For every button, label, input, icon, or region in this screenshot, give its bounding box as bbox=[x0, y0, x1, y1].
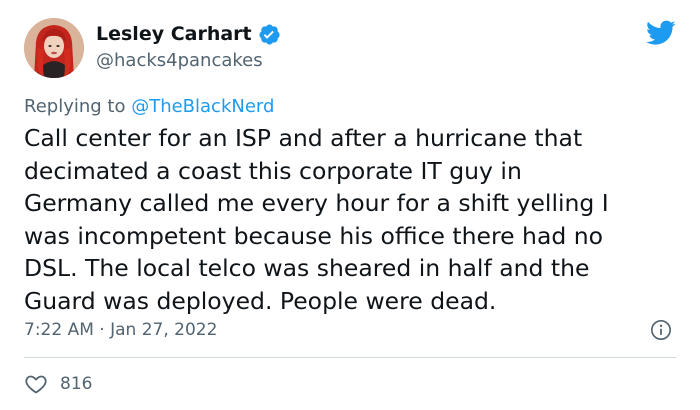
tweet-timestamp[interactable]: 7:22 AM · Jan 27, 2022 bbox=[24, 319, 217, 341]
heart-icon[interactable] bbox=[24, 372, 48, 396]
replying-to-mention[interactable]: @TheBlackNerd bbox=[131, 96, 274, 117]
author-name-row: Lesley Carhart bbox=[96, 22, 281, 46]
tweet-text-line: was incompetent because his office there… bbox=[24, 221, 604, 250]
tweet-date: Jan 27, 2022 bbox=[110, 320, 218, 340]
tweet-text-line: decimated a coast this corporate IT guy … bbox=[24, 156, 522, 185]
tweet-text-line: Call center for an ISP and after a hurri… bbox=[24, 124, 583, 152]
meta-separator: · bbox=[93, 320, 111, 340]
like-action[interactable]: 816 bbox=[24, 372, 92, 396]
tweet-text-line: Germany called me every hour for a shift… bbox=[24, 189, 609, 217]
tweet-text-line: DSL. The local telco was sheared in half… bbox=[24, 254, 590, 282]
verified-badge-icon bbox=[258, 23, 281, 46]
tweet-card: Lesley Carhart @hacks4pancakes Replying … bbox=[0, 0, 700, 410]
replying-to: Replying to @TheBlackNerd bbox=[24, 96, 274, 118]
like-count: 816 bbox=[60, 374, 93, 394]
author-handle[interactable]: @hacks4pancakes bbox=[96, 50, 263, 72]
replying-to-prefix: Replying to bbox=[24, 96, 132, 117]
info-icon[interactable] bbox=[650, 319, 672, 341]
twitter-bird-icon[interactable] bbox=[646, 20, 676, 46]
avatar[interactable] bbox=[24, 18, 84, 78]
author-display-name[interactable]: Lesley Carhart bbox=[96, 22, 252, 46]
tweet-text-line: Guard was deployed. People were dead. bbox=[24, 286, 497, 315]
divider bbox=[24, 357, 676, 358]
tweet-text: Call center for an ISP and after a hurri… bbox=[24, 122, 684, 317]
tweet-time: 7:22 AM bbox=[24, 320, 94, 340]
